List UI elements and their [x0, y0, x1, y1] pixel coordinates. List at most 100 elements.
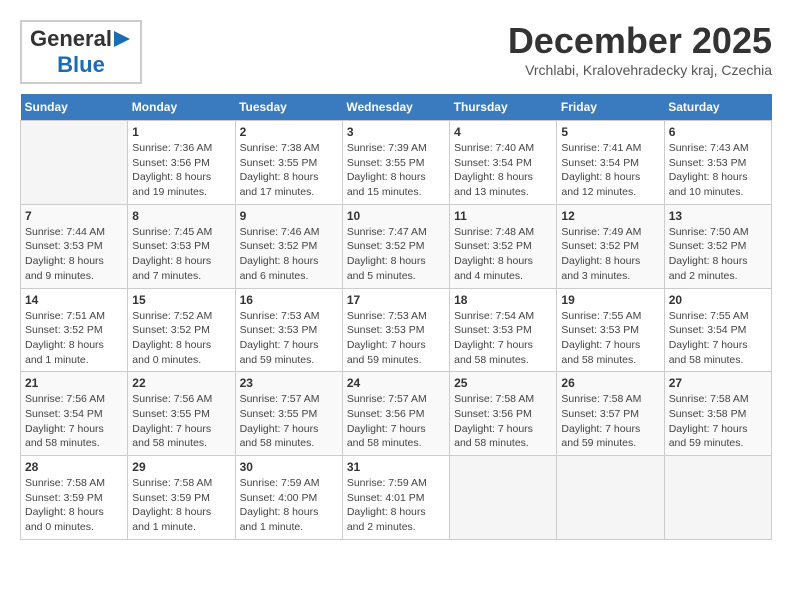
day-number: 17	[347, 293, 445, 307]
day-number: 18	[454, 293, 552, 307]
calendar-cell: 29Sunrise: 7:58 AMSunset: 3:59 PMDayligh…	[128, 456, 235, 540]
day-info: Sunrise: 7:59 AMSunset: 4:00 PMDaylight:…	[240, 476, 338, 535]
page-header: General Blue December 2025 Vrchlabi, Kra…	[20, 20, 772, 84]
day-info: Sunrise: 7:49 AMSunset: 3:52 PMDaylight:…	[561, 225, 659, 284]
day-number: 8	[132, 209, 230, 223]
day-info: Sunrise: 7:52 AMSunset: 3:52 PMDaylight:…	[132, 309, 230, 368]
logo: General Blue	[20, 20, 142, 84]
calendar-cell: 8 Sunrise: 7:45 AMSunset: 3:53 PMDaylight…	[128, 204, 235, 288]
day-info: Sunrise: 7:47 AMSunset: 3:52 PMDaylight:…	[347, 225, 445, 284]
day-info: Sunrise: 7:58 AMSunset: 3:58 PMDaylight:…	[669, 392, 767, 451]
calendar-cell: 7 Sunrise: 7:44 AMSunset: 3:53 PMDaylight…	[21, 204, 128, 288]
calendar-cell: 14 Sunrise: 7:51 AMSunset: 3:52 PMDayligh…	[21, 288, 128, 372]
day-info: Sunrise: 7:41 AMSunset: 3:54 PMDaylight:…	[561, 141, 659, 200]
day-number: 22	[132, 376, 230, 390]
day-number: 6	[669, 125, 767, 139]
calendar-header-thursday: Thursday	[450, 94, 557, 121]
day-info: Sunrise: 7:39 AMSunset: 3:55 PMDaylight:…	[347, 141, 445, 200]
day-number: 12	[561, 209, 659, 223]
calendar-cell: 10 Sunrise: 7:47 AMSunset: 3:52 PMDayligh…	[342, 204, 449, 288]
calendar-cell	[557, 456, 664, 540]
calendar-cell: 2 Sunrise: 7:38 AMSunset: 3:55 PMDaylight…	[235, 121, 342, 205]
day-info: Sunrise: 7:58 AMSunset: 3:59 PMDaylight:…	[132, 476, 230, 535]
calendar-cell: 30 Sunrise: 7:59 AMSunset: 4:00 PMDayligh…	[235, 456, 342, 540]
calendar-cell: 1 Sunrise: 7:36 AMSunset: 3:56 PMDaylight…	[128, 121, 235, 205]
day-info: Sunrise: 7:55 AMSunset: 3:54 PMDaylight:…	[669, 309, 767, 368]
calendar-header-saturday: Saturday	[664, 94, 771, 121]
day-info: Sunrise: 7:36 AMSunset: 3:56 PMDaylight:…	[132, 141, 230, 200]
day-number: 10	[347, 209, 445, 223]
logo-arrow-icon	[112, 29, 132, 49]
calendar-table: SundayMondayTuesdayWednesdayThursdayFrid…	[20, 94, 772, 540]
logo-blue-text: Blue	[57, 52, 105, 77]
calendar-cell: 12 Sunrise: 7:49 AMSunset: 3:52 PMDayligh…	[557, 204, 664, 288]
day-number: 13	[669, 209, 767, 223]
day-number: 31	[347, 460, 445, 474]
calendar-cell: 24 Sunrise: 7:57 AMSunset: 3:56 PMDayligh…	[342, 372, 449, 456]
calendar-cell: 4 Sunrise: 7:40 AMSunset: 3:54 PMDaylight…	[450, 121, 557, 205]
day-number: 3	[347, 125, 445, 139]
day-number: 4	[454, 125, 552, 139]
day-info: Sunrise: 7:53 AMSunset: 3:53 PMDaylight:…	[240, 309, 338, 368]
day-number: 5	[561, 125, 659, 139]
day-info: Sunrise: 7:56 AMSunset: 3:55 PMDaylight:…	[132, 392, 230, 451]
day-number: 24	[347, 376, 445, 390]
day-number: 9	[240, 209, 338, 223]
calendar-cell	[21, 121, 128, 205]
calendar-cell: 15Sunrise: 7:52 AMSunset: 3:52 PMDayligh…	[128, 288, 235, 372]
calendar-cell	[450, 456, 557, 540]
day-number: 16	[240, 293, 338, 307]
month-title: December 2025	[508, 20, 772, 62]
day-number: 21	[25, 376, 123, 390]
day-info: Sunrise: 7:43 AMSunset: 3:53 PMDaylight:…	[669, 141, 767, 200]
calendar-cell: 3 Sunrise: 7:39 AMSunset: 3:55 PMDaylight…	[342, 121, 449, 205]
calendar-cell: 25Sunrise: 7:58 AMSunset: 3:56 PMDayligh…	[450, 372, 557, 456]
day-info: Sunrise: 7:40 AMSunset: 3:54 PMDaylight:…	[454, 141, 552, 200]
day-info: Sunrise: 7:54 AMSunset: 3:53 PMDaylight:…	[454, 309, 552, 368]
calendar-header-friday: Friday	[557, 94, 664, 121]
calendar-cell: 6 Sunrise: 7:43 AMSunset: 3:53 PMDaylight…	[664, 121, 771, 205]
day-info: Sunrise: 7:58 AMSunset: 3:59 PMDaylight:…	[25, 476, 123, 535]
day-info: Sunrise: 7:55 AMSunset: 3:53 PMDaylight:…	[561, 309, 659, 368]
calendar-header-sunday: Sunday	[21, 94, 128, 121]
day-info: Sunrise: 7:58 AMSunset: 3:57 PMDaylight:…	[561, 392, 659, 451]
day-info: Sunrise: 7:48 AMSunset: 3:52 PMDaylight:…	[454, 225, 552, 284]
day-info: Sunrise: 7:51 AMSunset: 3:52 PMDaylight:…	[25, 309, 123, 368]
calendar-cell: 22 Sunrise: 7:56 AMSunset: 3:55 PMDayligh…	[128, 372, 235, 456]
day-number: 7	[25, 209, 123, 223]
day-number: 14	[25, 293, 123, 307]
calendar-cell	[664, 456, 771, 540]
day-number: 11	[454, 209, 552, 223]
day-number: 1	[132, 125, 230, 139]
day-number: 20	[669, 293, 767, 307]
day-info: Sunrise: 7:56 AMSunset: 3:54 PMDaylight:…	[25, 392, 123, 451]
day-info: Sunrise: 7:46 AMSunset: 3:52 PMDaylight:…	[240, 225, 338, 284]
day-number: 25	[454, 376, 552, 390]
day-number: 23	[240, 376, 338, 390]
calendar-cell: 13Sunrise: 7:50 AMSunset: 3:52 PMDayligh…	[664, 204, 771, 288]
day-number: 30	[240, 460, 338, 474]
location-text: Vrchlabi, Kralovehradecky kraj, Czechia	[508, 62, 772, 78]
calendar-cell: 27 Sunrise: 7:58 AMSunset: 3:58 PMDayligh…	[664, 372, 771, 456]
day-number: 28	[25, 460, 123, 474]
title-section: December 2025 Vrchlabi, Kralovehradecky …	[508, 20, 772, 78]
calendar-cell: 28 Sunrise: 7:58 AMSunset: 3:59 PMDayligh…	[21, 456, 128, 540]
day-number: 2	[240, 125, 338, 139]
calendar-cell: 9 Sunrise: 7:46 AMSunset: 3:52 PMDaylight…	[235, 204, 342, 288]
calendar-cell: 19Sunrise: 7:55 AMSunset: 3:53 PMDayligh…	[557, 288, 664, 372]
day-info: Sunrise: 7:57 AMSunset: 3:56 PMDaylight:…	[347, 392, 445, 451]
day-info: Sunrise: 7:38 AMSunset: 3:55 PMDaylight:…	[240, 141, 338, 200]
calendar-cell: 20 Sunrise: 7:55 AMSunset: 3:54 PMDayligh…	[664, 288, 771, 372]
day-number: 27	[669, 376, 767, 390]
day-info: Sunrise: 7:44 AMSunset: 3:53 PMDaylight:…	[25, 225, 123, 284]
day-info: Sunrise: 7:59 AMSunset: 4:01 PMDaylight:…	[347, 476, 445, 535]
calendar-header-wednesday: Wednesday	[342, 94, 449, 121]
calendar-cell: 21 Sunrise: 7:56 AMSunset: 3:54 PMDayligh…	[21, 372, 128, 456]
calendar-cell: 31 Sunrise: 7:59 AMSunset: 4:01 PMDayligh…	[342, 456, 449, 540]
calendar-cell: 16 Sunrise: 7:53 AMSunset: 3:53 PMDayligh…	[235, 288, 342, 372]
day-info: Sunrise: 7:53 AMSunset: 3:53 PMDaylight:…	[347, 309, 445, 368]
calendar-header-tuesday: Tuesday	[235, 94, 342, 121]
calendar-cell: 11 Sunrise: 7:48 AMSunset: 3:52 PMDayligh…	[450, 204, 557, 288]
calendar-cell: 18 Sunrise: 7:54 AMSunset: 3:53 PMDayligh…	[450, 288, 557, 372]
day-info: Sunrise: 7:45 AMSunset: 3:53 PMDaylight:…	[132, 225, 230, 284]
